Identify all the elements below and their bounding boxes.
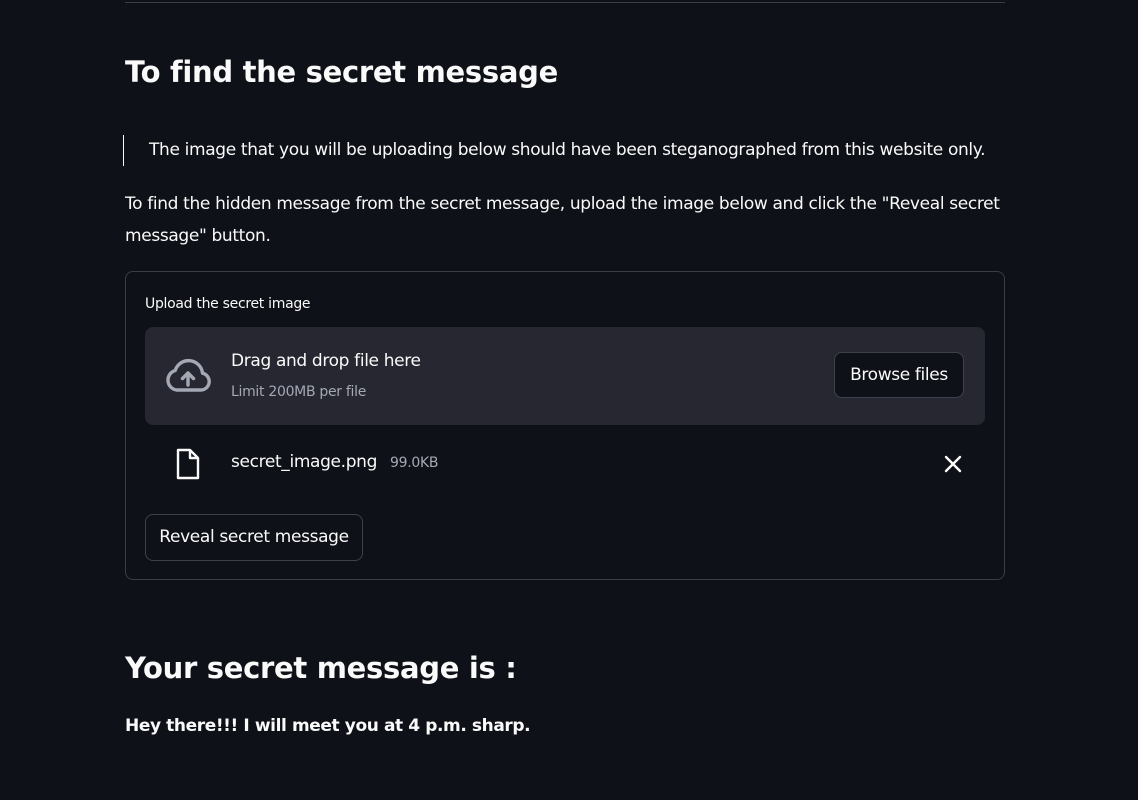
dropzone-title: Drag and drop file here xyxy=(231,351,421,371)
file-size: 99.0KB xyxy=(390,455,439,471)
reveal-secret-button[interactable]: Reveal secret message xyxy=(145,514,363,561)
uploaded-file-row: secret_image.png 99.0KB xyxy=(145,442,985,488)
instructions-text: To find the hidden message from the secr… xyxy=(125,194,1000,246)
cloud-upload-icon xyxy=(166,358,211,392)
section-title: To find the secret message xyxy=(125,55,558,89)
file-icon xyxy=(176,448,200,480)
secret-message: Hey there!!! I will meet you at 4 p.m. s… xyxy=(125,716,531,736)
dropzone-limit: Limit 200MB per file xyxy=(231,384,367,400)
divider xyxy=(125,2,1005,3)
file-name: secret_image.png xyxy=(231,452,378,472)
browse-files-button[interactable]: Browse files xyxy=(834,352,964,398)
note-blockquote: The image that you will be uploading bel… xyxy=(123,135,986,166)
upload-label: Upload the secret image xyxy=(145,296,311,312)
close-icon[interactable] xyxy=(941,452,965,476)
file-dropzone[interactable]: Drag and drop file here Limit 200MB per … xyxy=(145,327,985,425)
result-title: Your secret message is : xyxy=(125,651,517,685)
upload-form: Upload the secret image Drag and drop fi… xyxy=(125,271,1005,580)
